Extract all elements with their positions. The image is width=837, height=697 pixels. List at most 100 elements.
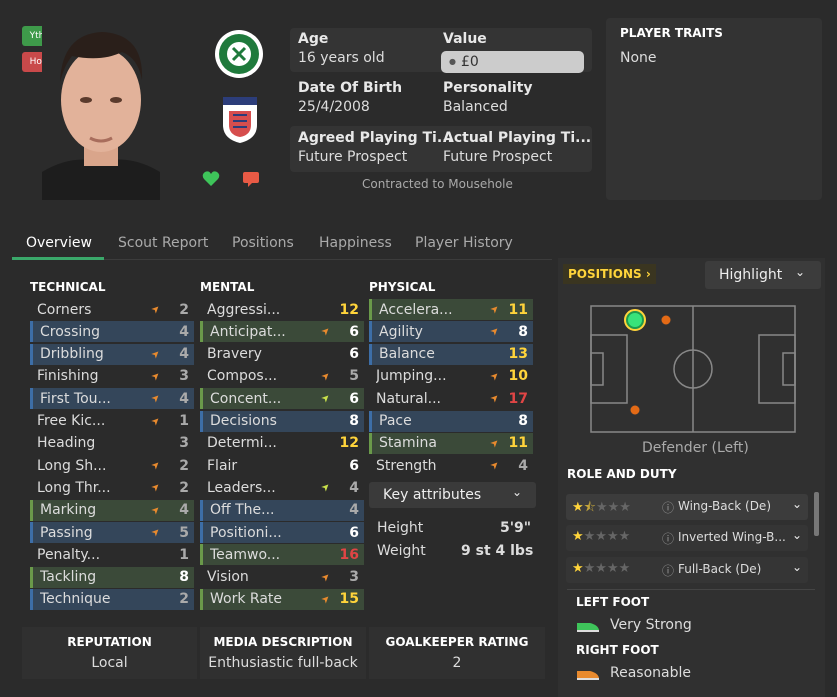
attribute-row[interactable]: Determi... 12 bbox=[200, 433, 364, 454]
gk-value: 2 bbox=[452, 655, 462, 671]
attribute-row[interactable]: Tackling 8 bbox=[30, 566, 194, 588]
attribute-name: Concent... bbox=[210, 390, 282, 407]
tab-positions[interactable]: Positions bbox=[232, 235, 294, 251]
attribute-row[interactable]: Long Thr... ➤ 2 bbox=[30, 477, 194, 498]
attribute-value: 8 bbox=[518, 413, 528, 429]
attribute-row[interactable]: Long Sh... ➤ 2 bbox=[30, 455, 194, 476]
tab-bar: Overview Scout Report Positions Happines… bbox=[12, 230, 552, 260]
attribute-row[interactable]: Corners ➤ 2 bbox=[30, 299, 194, 320]
left-foot-title: LEFT FOOT bbox=[576, 595, 650, 609]
role-name: Inverted Wing-B... bbox=[678, 530, 786, 544]
heart-icon[interactable] bbox=[202, 170, 220, 188]
weight-label: Weight bbox=[377, 543, 426, 559]
actual-playing-time-value: Future Prospect bbox=[443, 149, 553, 165]
attribute-row[interactable]: Marking ➤ 4 bbox=[30, 499, 194, 521]
attribute-value: 2 bbox=[179, 457, 189, 474]
attribute-row[interactable]: Concent... ➤ 6 bbox=[200, 388, 364, 410]
attribute-row[interactable]: Compos... ➤ 5 bbox=[200, 366, 364, 387]
attribute-name: Off The... bbox=[210, 502, 275, 519]
player-photo bbox=[42, 22, 160, 200]
tab-scout-report[interactable]: Scout Report bbox=[118, 235, 208, 251]
attribute-row[interactable]: Vision ➤ 3 bbox=[200, 567, 364, 588]
role-name: Wing-Back (De) bbox=[678, 499, 771, 513]
attribute-value: 3 bbox=[179, 368, 189, 385]
tab-happiness[interactable]: Happiness bbox=[319, 235, 392, 251]
attribute-row[interactable]: Off The... 4 bbox=[200, 499, 364, 521]
attribute-row[interactable]: Positioni... 6 bbox=[200, 522, 364, 543]
key-attributes-dropdown[interactable]: Key attributes ⌄ bbox=[369, 482, 536, 508]
attribute-row[interactable]: Finishing ➤ 3 bbox=[30, 366, 194, 387]
key-attributes-label: Key attributes bbox=[383, 487, 482, 503]
attribute-row[interactable]: Agility ➤ 8 bbox=[369, 321, 533, 343]
attribute-row[interactable]: Decisions 8 bbox=[200, 410, 364, 432]
traits-title: PLAYER TRAITS bbox=[620, 26, 723, 40]
highlight-dropdown[interactable]: Highlight ⌄ bbox=[705, 261, 821, 289]
tab-player-history[interactable]: Player History bbox=[415, 235, 513, 251]
role-row[interactable]: ★⯪★★★ ⓘ Wing-Back (De) ⌄ bbox=[566, 494, 808, 520]
dot-icon: ● bbox=[449, 57, 456, 66]
attribute-row[interactable]: Stamina ➤ 11 bbox=[369, 432, 533, 454]
value-field[interactable]: ● £0 bbox=[441, 51, 584, 73]
actual-playing-time-label: Actual Playing Ti... bbox=[443, 130, 592, 146]
attribute-row[interactable]: Anticipat... ➤ 6 bbox=[200, 321, 364, 343]
attribute-row[interactable]: Aggressi... 12 bbox=[200, 299, 364, 320]
attribute-row[interactable]: Free Kic... ➤ 1 bbox=[30, 411, 194, 432]
tab-overview[interactable]: Overview bbox=[26, 235, 92, 251]
height-label: Height bbox=[377, 520, 424, 536]
chat-icon[interactable] bbox=[242, 170, 260, 188]
attribute-value: 4 bbox=[179, 390, 189, 407]
attribute-row[interactable]: Jumping... ➤ 10 bbox=[369, 366, 533, 387]
attribute-name: Corners bbox=[37, 301, 92, 318]
attribute-row[interactable]: Leaders... ➤ 4 bbox=[200, 477, 364, 498]
attribute-row[interactable]: Work Rate ➤ 15 bbox=[200, 588, 364, 610]
attribute-value: 13 bbox=[508, 346, 528, 363]
attribute-row[interactable]: Crossing 4 bbox=[30, 321, 194, 343]
traits-value: None bbox=[620, 50, 657, 66]
contract-text: Contracted to Mousehole bbox=[362, 177, 513, 191]
media-description-panel: MEDIA DESCRIPTION Enthusiastic full-back bbox=[200, 627, 366, 679]
attribute-value: 4 bbox=[518, 457, 528, 474]
attribute-name: Agility bbox=[379, 323, 423, 340]
positions-title[interactable]: POSITIONS › bbox=[563, 264, 656, 284]
attribute-row[interactable]: First Tou... ➤ 4 bbox=[30, 388, 194, 410]
national-crest-icon[interactable] bbox=[221, 95, 259, 145]
attribute-row[interactable]: Technique 2 bbox=[30, 588, 194, 610]
reputation-value: Local bbox=[91, 655, 128, 671]
attribute-value: 8 bbox=[349, 413, 359, 429]
attribute-row[interactable]: Accelera... ➤ 11 bbox=[369, 299, 533, 320]
attribute-row[interactable]: Dribbling ➤ 4 bbox=[30, 343, 194, 365]
role-scrollbar[interactable] bbox=[814, 492, 819, 536]
attribute-name: Technique bbox=[40, 591, 111, 608]
attribute-name: Bravery bbox=[207, 346, 262, 363]
attribute-row[interactable]: Bravery 6 bbox=[200, 344, 364, 365]
attribute-row[interactable]: Heading 3 bbox=[30, 433, 194, 454]
role-row[interactable]: ★★★★★ ⓘ Inverted Wing-B... ⌄ bbox=[566, 525, 808, 551]
attribute-value: 1 bbox=[179, 413, 189, 429]
attribute-row[interactable]: Passing ➤ 5 bbox=[30, 522, 194, 543]
attribute-name: Leaders... bbox=[207, 479, 276, 496]
role-duty-title: ROLE AND DUTY bbox=[567, 467, 677, 481]
mental-title: MENTAL bbox=[200, 280, 255, 294]
club-crest-icon[interactable] bbox=[213, 28, 265, 80]
attribute-row[interactable]: Flair 6 bbox=[200, 455, 364, 476]
goalkeeper-rating-panel: GOALKEEPER RATING 2 bbox=[369, 627, 545, 679]
attribute-row[interactable]: Penalty... 1 bbox=[30, 544, 194, 565]
info-icon: ⓘ bbox=[662, 532, 675, 546]
attribute-row[interactable]: Strength ➤ 4 bbox=[369, 455, 533, 476]
role-row[interactable]: ★★★★★ ⓘ Full-Back (De) ⌄ bbox=[566, 557, 808, 583]
attribute-name: Flair bbox=[207, 457, 238, 474]
agreed-playing-time-label: Agreed Playing Ti... bbox=[298, 130, 453, 146]
attribute-row[interactable]: Balance 13 bbox=[369, 343, 533, 365]
attribute-name: Crossing bbox=[40, 323, 101, 340]
info-icon: ⓘ bbox=[662, 501, 675, 515]
attribute-value: 2 bbox=[179, 479, 189, 496]
media-title: MEDIA DESCRIPTION bbox=[213, 635, 353, 649]
attribute-row[interactable]: Natural... ➤ 17 bbox=[369, 388, 533, 409]
attribute-name: Pace bbox=[379, 413, 412, 429]
value-amount: £0 bbox=[461, 54, 479, 70]
attribute-row[interactable]: Pace 8 bbox=[369, 410, 533, 432]
star-rating-icon: ★★★★★ bbox=[572, 561, 631, 576]
attribute-value: 6 bbox=[349, 524, 359, 541]
attribute-row[interactable]: Teamwo... 16 bbox=[200, 544, 364, 566]
attribute-name: Penalty... bbox=[37, 546, 101, 563]
